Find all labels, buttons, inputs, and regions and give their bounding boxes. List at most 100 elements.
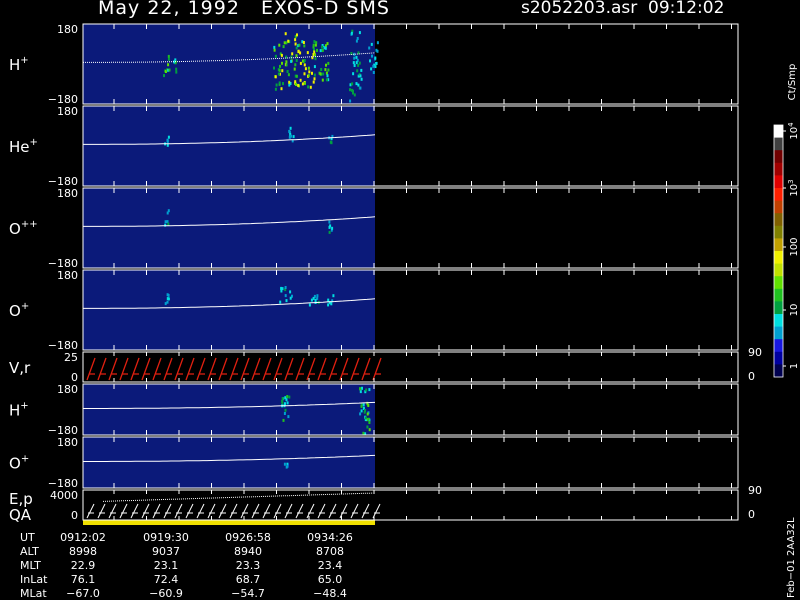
colorbar-swatch xyxy=(774,125,783,139)
count-pixel xyxy=(366,412,369,416)
colorbar-swatch xyxy=(774,150,783,164)
count-pixel xyxy=(314,53,316,57)
velocity-mark xyxy=(361,357,371,381)
count-pixel xyxy=(371,54,373,58)
count-pixel xyxy=(294,80,297,84)
colorbar-swatch xyxy=(774,339,783,353)
x-row-label-inlat: InLat xyxy=(20,573,48,586)
x-row-label-ut: UT xyxy=(20,531,35,544)
count-pixel xyxy=(285,60,288,64)
count-pixel xyxy=(358,61,361,65)
count-pixel xyxy=(370,67,373,71)
x-row-label-mlat: MLat xyxy=(20,587,47,600)
count-pixel xyxy=(314,298,317,302)
count-pixel xyxy=(316,294,319,298)
colorbar-tick-label: 10 xyxy=(789,304,800,317)
count-pixel xyxy=(349,88,351,92)
colorbar-swatch xyxy=(774,188,783,202)
energy-mark xyxy=(240,503,249,519)
count-pixel xyxy=(295,83,297,86)
colorbar-tick-label: 104 xyxy=(787,122,800,140)
x-value: 8998 xyxy=(69,545,97,558)
count-pixel xyxy=(280,286,283,290)
count-pixel xyxy=(312,43,315,47)
velocity-mark xyxy=(273,357,283,381)
count-pixel xyxy=(281,61,283,65)
x-value: 0919:30 xyxy=(143,531,189,544)
energy-mark xyxy=(361,503,370,519)
count-pixel xyxy=(360,68,363,72)
energy-trace xyxy=(102,492,374,502)
energy-mark xyxy=(295,503,304,519)
count-pixel xyxy=(284,408,287,412)
energy-mark xyxy=(350,503,359,519)
count-pixel xyxy=(330,302,333,306)
panel-frame xyxy=(82,351,739,383)
count-pixel xyxy=(273,66,275,70)
count-pixel xyxy=(167,63,170,67)
count-pixel xyxy=(285,63,288,67)
count-pixel xyxy=(315,41,318,45)
count-pixel xyxy=(303,72,306,76)
count-pixel xyxy=(357,83,360,87)
count-pixel xyxy=(324,46,327,50)
count-pixel xyxy=(280,289,283,293)
colorbar-swatch xyxy=(774,213,783,227)
y-tick-top: 180 xyxy=(57,383,78,396)
velocity-mark xyxy=(229,357,239,381)
panel-label-o-pp: O++ xyxy=(9,219,38,238)
x-value: 8708 xyxy=(316,545,344,558)
velocity-mark xyxy=(174,357,184,381)
count-pixel xyxy=(358,31,361,35)
count-pixel xyxy=(366,425,369,429)
velocity-mark xyxy=(262,357,272,381)
colorbar-swatch xyxy=(774,200,783,214)
colorbar-unit: Ct/Smp xyxy=(787,64,798,101)
count-pixel xyxy=(280,87,283,91)
count-pixel xyxy=(372,64,375,68)
count-pixel xyxy=(311,71,313,75)
count-pixel xyxy=(292,135,295,139)
count-pixel xyxy=(375,61,378,65)
count-pixel xyxy=(353,93,356,97)
energy-mark xyxy=(196,503,205,519)
count-pixel xyxy=(355,61,358,65)
count-pixel xyxy=(313,77,316,81)
count-pixel xyxy=(328,230,331,234)
x-value: 68.7 xyxy=(236,573,261,586)
count-pixel xyxy=(283,412,286,415)
count-pixel xyxy=(376,49,379,53)
colorbar-swatch xyxy=(774,351,783,365)
count-pixel xyxy=(166,293,169,297)
count-pixel xyxy=(287,73,290,77)
count-pixel xyxy=(299,61,302,65)
count-pixel xyxy=(313,73,316,77)
velocity-mark xyxy=(108,357,118,381)
energy-mark xyxy=(141,503,150,519)
colorbar-tick-label: 100 xyxy=(789,237,800,256)
count-pixel xyxy=(281,397,284,400)
count-pixel xyxy=(297,83,300,87)
energy-mark xyxy=(185,503,194,519)
count-pixel xyxy=(166,300,169,304)
count-pixel xyxy=(282,45,285,49)
count-pixel xyxy=(363,410,366,414)
count-pixel xyxy=(308,70,311,74)
count-pixel xyxy=(309,85,312,89)
count-pixel xyxy=(167,222,170,226)
count-pixel xyxy=(274,87,277,91)
count-pixel xyxy=(167,54,170,58)
count-pixel xyxy=(313,65,316,69)
y-tick-top: 25 xyxy=(64,351,78,364)
count-pixel xyxy=(287,39,290,43)
count-pixel xyxy=(365,388,368,392)
count-pixel xyxy=(359,387,362,391)
colorbar-swatch xyxy=(774,314,783,328)
velocity-mark xyxy=(350,357,360,381)
count-pixel xyxy=(319,49,322,53)
count-pixel xyxy=(280,53,283,57)
spectrogram-background xyxy=(83,270,375,350)
y-tick-bottom: 0 xyxy=(71,509,78,522)
count-pixel xyxy=(313,40,316,44)
count-pixel xyxy=(296,33,298,37)
